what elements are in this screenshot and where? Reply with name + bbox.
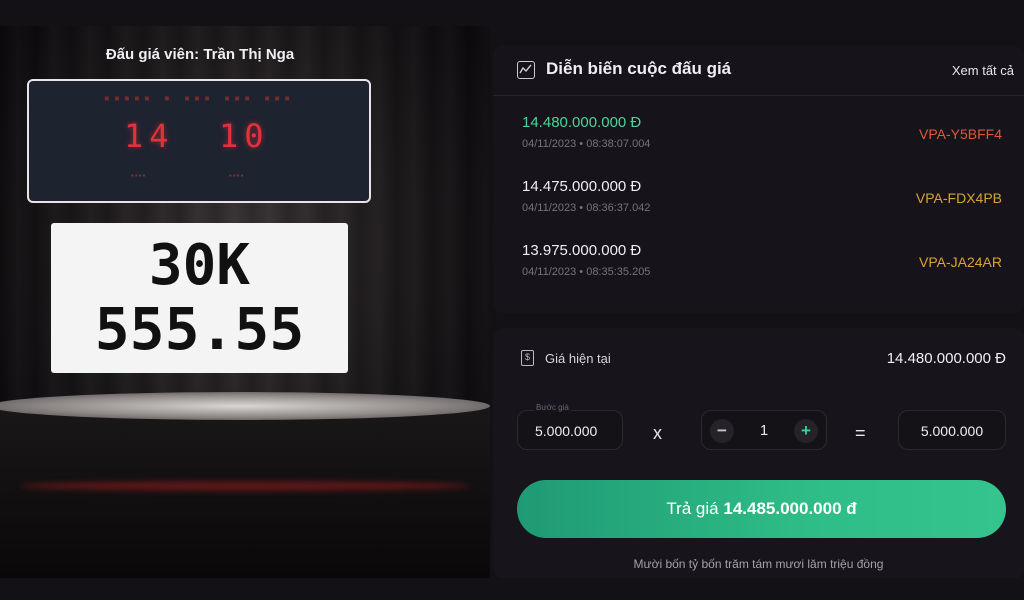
bid-history-header: Diễn biến cuộc đấu giá Xem tất cả bbox=[493, 46, 1024, 96]
chart-line-icon bbox=[517, 61, 535, 79]
pedestal-body bbox=[0, 406, 490, 578]
quantity-stepper: − 1 + bbox=[701, 410, 827, 450]
place-bid-label: Trả giá bbox=[666, 499, 724, 518]
see-all-link[interactable]: Xem tất cả bbox=[952, 63, 1014, 78]
timer-seconds: 10 bbox=[219, 117, 270, 155]
bid-history-row: 14.480.000.000 Đ 04/11/2023 • 08:38:07.0… bbox=[522, 114, 1002, 164]
price-tag-icon: $ bbox=[521, 350, 534, 366]
bid-time: 04/11/2023 • 08:38:07.004 bbox=[522, 138, 651, 150]
place-bid-button[interactable]: Trả giá 14.485.000.000 đ bbox=[517, 480, 1006, 538]
auction-panel: Diễn biến cuộc đấu giá Xem tất cả 14.480… bbox=[493, 26, 1024, 578]
bid-amount: 13.975.000.000 Đ bbox=[522, 242, 642, 259]
timer-seconds-unit-decor: ▪▪▪▪ bbox=[229, 171, 245, 180]
bid-step-label: Bước giá bbox=[534, 403, 571, 412]
countdown-timer: ▪▪▪▪▪ ▪ ▪▪▪ ▪▪▪ ▪▪▪ 14 10 ▪▪▪▪ ▪▪▪▪ bbox=[27, 79, 371, 203]
timer-caption-decor: ▪▪▪▪▪ ▪ ▪▪▪ ▪▪▪ ▪▪▪ bbox=[103, 93, 295, 104]
bid-history-row: 14.475.000.000 Đ 04/11/2023 • 08:36:37.0… bbox=[522, 178, 1002, 228]
current-price-value: 14.480.000.000 Đ bbox=[886, 350, 1006, 367]
bidder-id: VPA-JA24AR bbox=[919, 254, 1002, 270]
increase-quantity-button[interactable]: + bbox=[794, 419, 818, 443]
license-plate: 30K 555.55 bbox=[51, 223, 348, 373]
bid-step-value: 5.000.000 bbox=[535, 423, 598, 439]
pedestal-glow bbox=[20, 481, 470, 491]
bid-amount-in-words: Mười bốn tỷ bốn trăm tám mươi lăm triệu … bbox=[633, 557, 884, 571]
bid-time: 04/11/2023 • 08:35:35.205 bbox=[522, 266, 651, 278]
plate-line-2: 555.55 bbox=[94, 295, 305, 363]
equals-sign: = bbox=[855, 423, 866, 443]
auction-stage: Đấu giá viên: Trần Thị Nga ▪▪▪▪▪ ▪ ▪▪▪ ▪… bbox=[0, 26, 490, 578]
bid-history-row: 13.975.000.000 Đ 04/11/2023 • 08:35:35.2… bbox=[522, 242, 1002, 292]
increment-total-value: 5.000.000 bbox=[920, 423, 984, 439]
current-price-label: Giá hiện tại bbox=[545, 351, 611, 366]
pedestal-top bbox=[0, 392, 490, 420]
plate-line-1: 30K bbox=[148, 233, 251, 298]
timer-minutes-unit-decor: ▪▪▪▪ bbox=[131, 171, 147, 180]
bidder-id: VPA-Y5BFF4 bbox=[919, 126, 1002, 142]
increment-total-field: 5.000.000 bbox=[898, 410, 1006, 450]
place-bid-card: $ Giá hiện tại 14.480.000.000 Đ Bước giá… bbox=[493, 328, 1024, 578]
bid-history-card: Diễn biến cuộc đấu giá Xem tất cả 14.480… bbox=[493, 46, 1024, 313]
bid-amount: 14.475.000.000 Đ bbox=[522, 178, 642, 195]
bid-step-field: Bước giá 5.000.000 bbox=[517, 403, 623, 450]
bid-amount: 14.480.000.000 Đ bbox=[522, 114, 642, 131]
bid-time: 04/11/2023 • 08:36:37.042 bbox=[522, 202, 651, 214]
bidder-id: VPA-FDX4PB bbox=[915, 190, 1002, 206]
multiply-sign: x bbox=[653, 423, 662, 443]
bid-history-title: Diễn biến cuộc đấu giá bbox=[546, 59, 732, 78]
place-bid-amount: 14.485.000.000 đ bbox=[723, 499, 857, 518]
timer-minutes: 14 bbox=[124, 117, 175, 155]
auctioneer-name: Đấu giá viên: Trần Thị Nga bbox=[105, 46, 295, 63]
